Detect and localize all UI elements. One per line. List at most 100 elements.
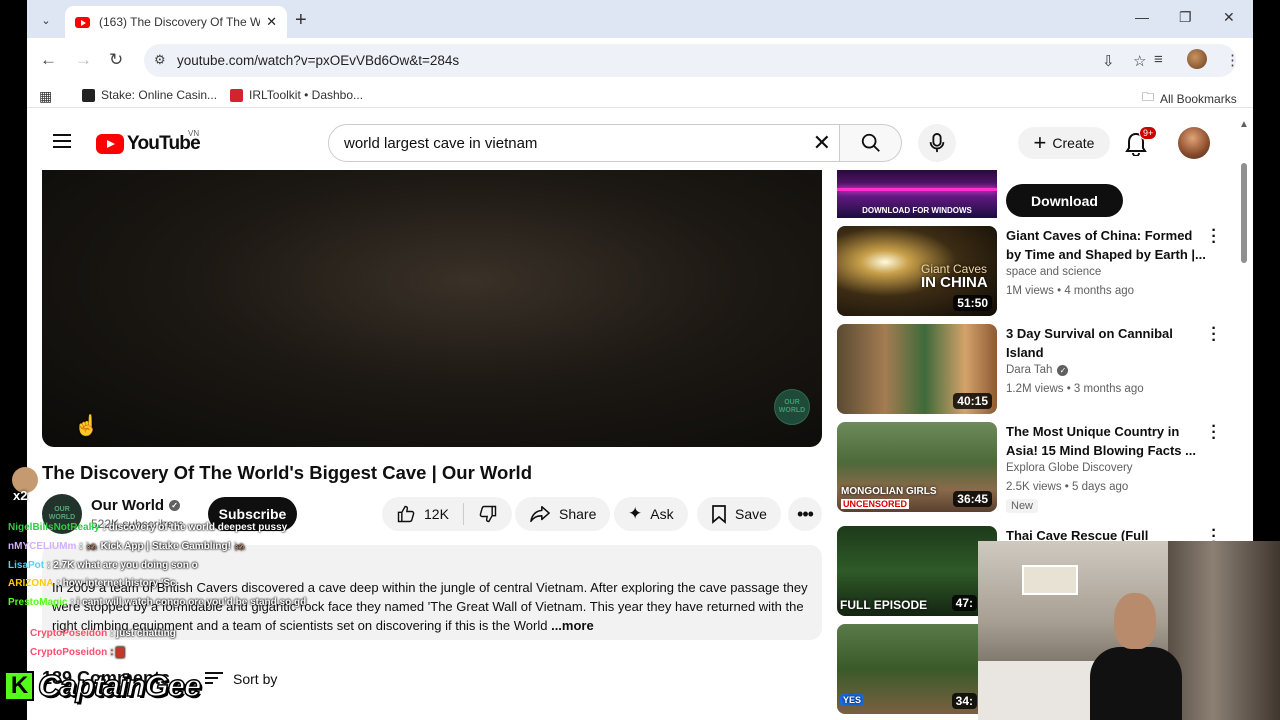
dislike-button[interactable]: [464, 497, 512, 531]
tab-strip: ⌄ (163) The Discovery Of The Wor ✕ + — ❐…: [27, 0, 1253, 38]
multiplier-badge: x2: [13, 488, 28, 503]
sort-comments-button[interactable]: Sort by: [205, 671, 277, 687]
address-bar[interactable]: ⚙ youtube.com/watch?v=pxOEvVBd6Ow&t=284s…: [144, 44, 1236, 77]
sparkle-icon: ✦: [628, 504, 643, 523]
media-controls-icon[interactable]: ≡: [1154, 51, 1163, 68]
guide-menu-icon[interactable]: [53, 134, 71, 152]
tab-close-icon[interactable]: ✕: [266, 14, 277, 30]
video-title[interactable]: The Most Unique Country in Asia! 15 Mind…: [1006, 422, 1206, 460]
download-button[interactable]: Download: [1006, 184, 1123, 217]
restore-icon[interactable]: ❐: [1179, 9, 1192, 26]
all-bookmarks[interactable]: 🗀 All Bookmarks: [1142, 88, 1237, 109]
close-window-icon[interactable]: ✕: [1223, 9, 1235, 26]
menu-icon[interactable]: ⋮: [1225, 51, 1240, 69]
tab-title: (163) The Discovery Of The Wor: [99, 15, 261, 29]
bookmarks-bar: ▦ Stake: Online Casin... IRLToolkit • Da…: [27, 82, 1253, 108]
bookmark-irltoolkit[interactable]: IRLToolkit • Dashbo...: [230, 88, 363, 102]
video-title[interactable]: Giant Caves of China: Formed by Time and…: [1006, 226, 1206, 264]
thumb-text: MONGOLIAN GIRLS: [841, 486, 937, 497]
recommended-video[interactable]: Giant Caves IN CHINA 51:50 Giant Caves o…: [837, 223, 1227, 318]
save-button[interactable]: Save: [697, 497, 781, 531]
new-tab-icon[interactable]: +: [295, 9, 307, 32]
streamer-brand-logo: K CaptainGee: [4, 667, 202, 704]
channel-name[interactable]: Explora Globe Discovery: [1006, 462, 1133, 474]
channel-name-text: Dara Tah: [1006, 364, 1053, 376]
chat-username: NigelBillsNotReally: [8, 522, 100, 533]
chat-text: : ▇: [110, 647, 125, 658]
bookmark-star-icon[interactable]: ☆: [1133, 52, 1146, 70]
video-title[interactable]: 3 Day Survival on Cannibal Island: [1006, 324, 1206, 362]
chat-message: NigelBillsNotReally: discovery of the wo…: [8, 522, 287, 533]
tab-active[interactable]: (163) The Discovery Of The Wor ✕: [65, 6, 287, 38]
video-thumbnail[interactable]: YES 34:: [837, 624, 997, 714]
like-count: 12K: [424, 506, 449, 522]
more-options-icon[interactable]: ···: [1209, 419, 1219, 447]
youtube-play-icon: [96, 134, 124, 154]
thumb-text: YES: [840, 694, 865, 706]
show-more-link[interactable]: ...more: [551, 618, 594, 633]
minimize-icon[interactable]: —: [1135, 9, 1149, 25]
like-dislike-group: 12K: [382, 497, 512, 531]
channel-watermark[interactable]: OUR WORLD: [774, 389, 810, 425]
browser-toolbar: ← → ↻ ⚙ youtube.com/watch?v=pxOEvVBd6Ow&…: [27, 38, 1253, 82]
youtube-favicon-icon: [75, 16, 90, 28]
streamer-body: [1090, 647, 1182, 720]
like-button[interactable]: 12K: [382, 497, 463, 531]
chat-text: : discovery of the world deepest pussy: [102, 522, 288, 533]
wall-picture: [1022, 565, 1078, 595]
ad-thumb-text: DOWNLOAD FOR WINDOWS: [862, 206, 972, 215]
scroll-up-icon[interactable]: ▲: [1239, 119, 1249, 130]
folder-icon: 🗀: [1142, 90, 1155, 104]
clear-search-icon[interactable]: ✕: [813, 130, 831, 156]
profile-avatar[interactable]: [1187, 49, 1207, 69]
bookmark-stake[interactable]: Stake: Online Casin...: [82, 88, 217, 102]
thumb-badge: UNCENSORED: [841, 499, 910, 509]
more-actions-icon[interactable]: •••: [788, 497, 822, 531]
video-thumbnail[interactable]: Giant Caves IN CHINA 51:50: [837, 226, 997, 316]
more-options-icon[interactable]: ···: [1209, 321, 1219, 349]
apps-grid-icon[interactable]: ▦: [39, 88, 52, 105]
ask-button[interactable]: ✦ Ask: [614, 497, 688, 531]
share-arrow-icon: [530, 505, 550, 523]
youtube-logo[interactable]: YouTube VN: [96, 129, 201, 155]
chat-message: CryptoPoseidon: just chatting: [30, 628, 176, 639]
kick-logo-icon: K: [4, 671, 34, 701]
site-info-icon[interactable]: ⚙: [154, 52, 166, 68]
video-thumbnail[interactable]: FULL EPISODE 47:: [837, 526, 997, 616]
page-scrollbar[interactable]: [1241, 163, 1247, 263]
account-avatar[interactable]: [1178, 127, 1210, 159]
search-button[interactable]: [840, 124, 902, 162]
ad-thumbnail[interactable]: DOWNLOAD FOR WINDOWS: [837, 170, 997, 218]
sort-label: Sort by: [233, 671, 278, 687]
chat-message: nMYCELIUMm: 🦗 Kick App | Stake Gambling!…: [8, 541, 246, 552]
video-duration: 40:15: [953, 393, 992, 409]
notifications-button[interactable]: 9+: [1125, 126, 1158, 156]
chat-username: PrestoMagic: [8, 597, 68, 608]
video-player[interactable]: OUR WORLD: [42, 170, 822, 447]
chat-text: : just chatting: [110, 628, 176, 639]
voice-search-button[interactable]: [918, 124, 956, 162]
share-button[interactable]: Share: [515, 497, 611, 531]
video-duration: 47:: [951, 595, 977, 611]
streamer: [1086, 593, 1186, 720]
video-thumbnail[interactable]: MONGOLIAN GIRLS UNCENSORED 36:45: [837, 422, 997, 512]
channel-name[interactable]: space and science: [1006, 266, 1101, 278]
reload-icon[interactable]: ↻: [109, 50, 123, 70]
video-thumbnail[interactable]: 40:15: [837, 324, 997, 414]
channel-name[interactable]: Dara Tah ✓: [1006, 364, 1069, 376]
recommended-video[interactable]: MONGOLIAN GIRLS UNCENSORED 36:45 The Mos…: [837, 419, 1227, 514]
recommended-video[interactable]: 40:15 3 Day Survival on Cannibal Island …: [837, 321, 1227, 416]
install-app-icon[interactable]: ⇩: [1102, 52, 1115, 70]
search-input[interactable]: world largest cave in vietnam ✕: [328, 124, 840, 162]
more-options-icon[interactable]: ···: [1209, 223, 1219, 251]
back-icon[interactable]: ←: [40, 50, 57, 70]
create-button[interactable]: + Create: [1018, 127, 1110, 159]
video-meta: 1M views • 4 months ago: [1006, 285, 1135, 297]
chat-message: CryptoPoseidon: ▇: [30, 647, 124, 658]
forward-icon[interactable]: →: [75, 50, 92, 70]
channel-name[interactable]: Our World ✓: [91, 497, 181, 514]
streamer-head: [1114, 593, 1156, 649]
share-label: Share: [559, 506, 597, 522]
tab-search-icon[interactable]: ⌄: [35, 9, 57, 31]
country-code: VN: [188, 129, 200, 138]
